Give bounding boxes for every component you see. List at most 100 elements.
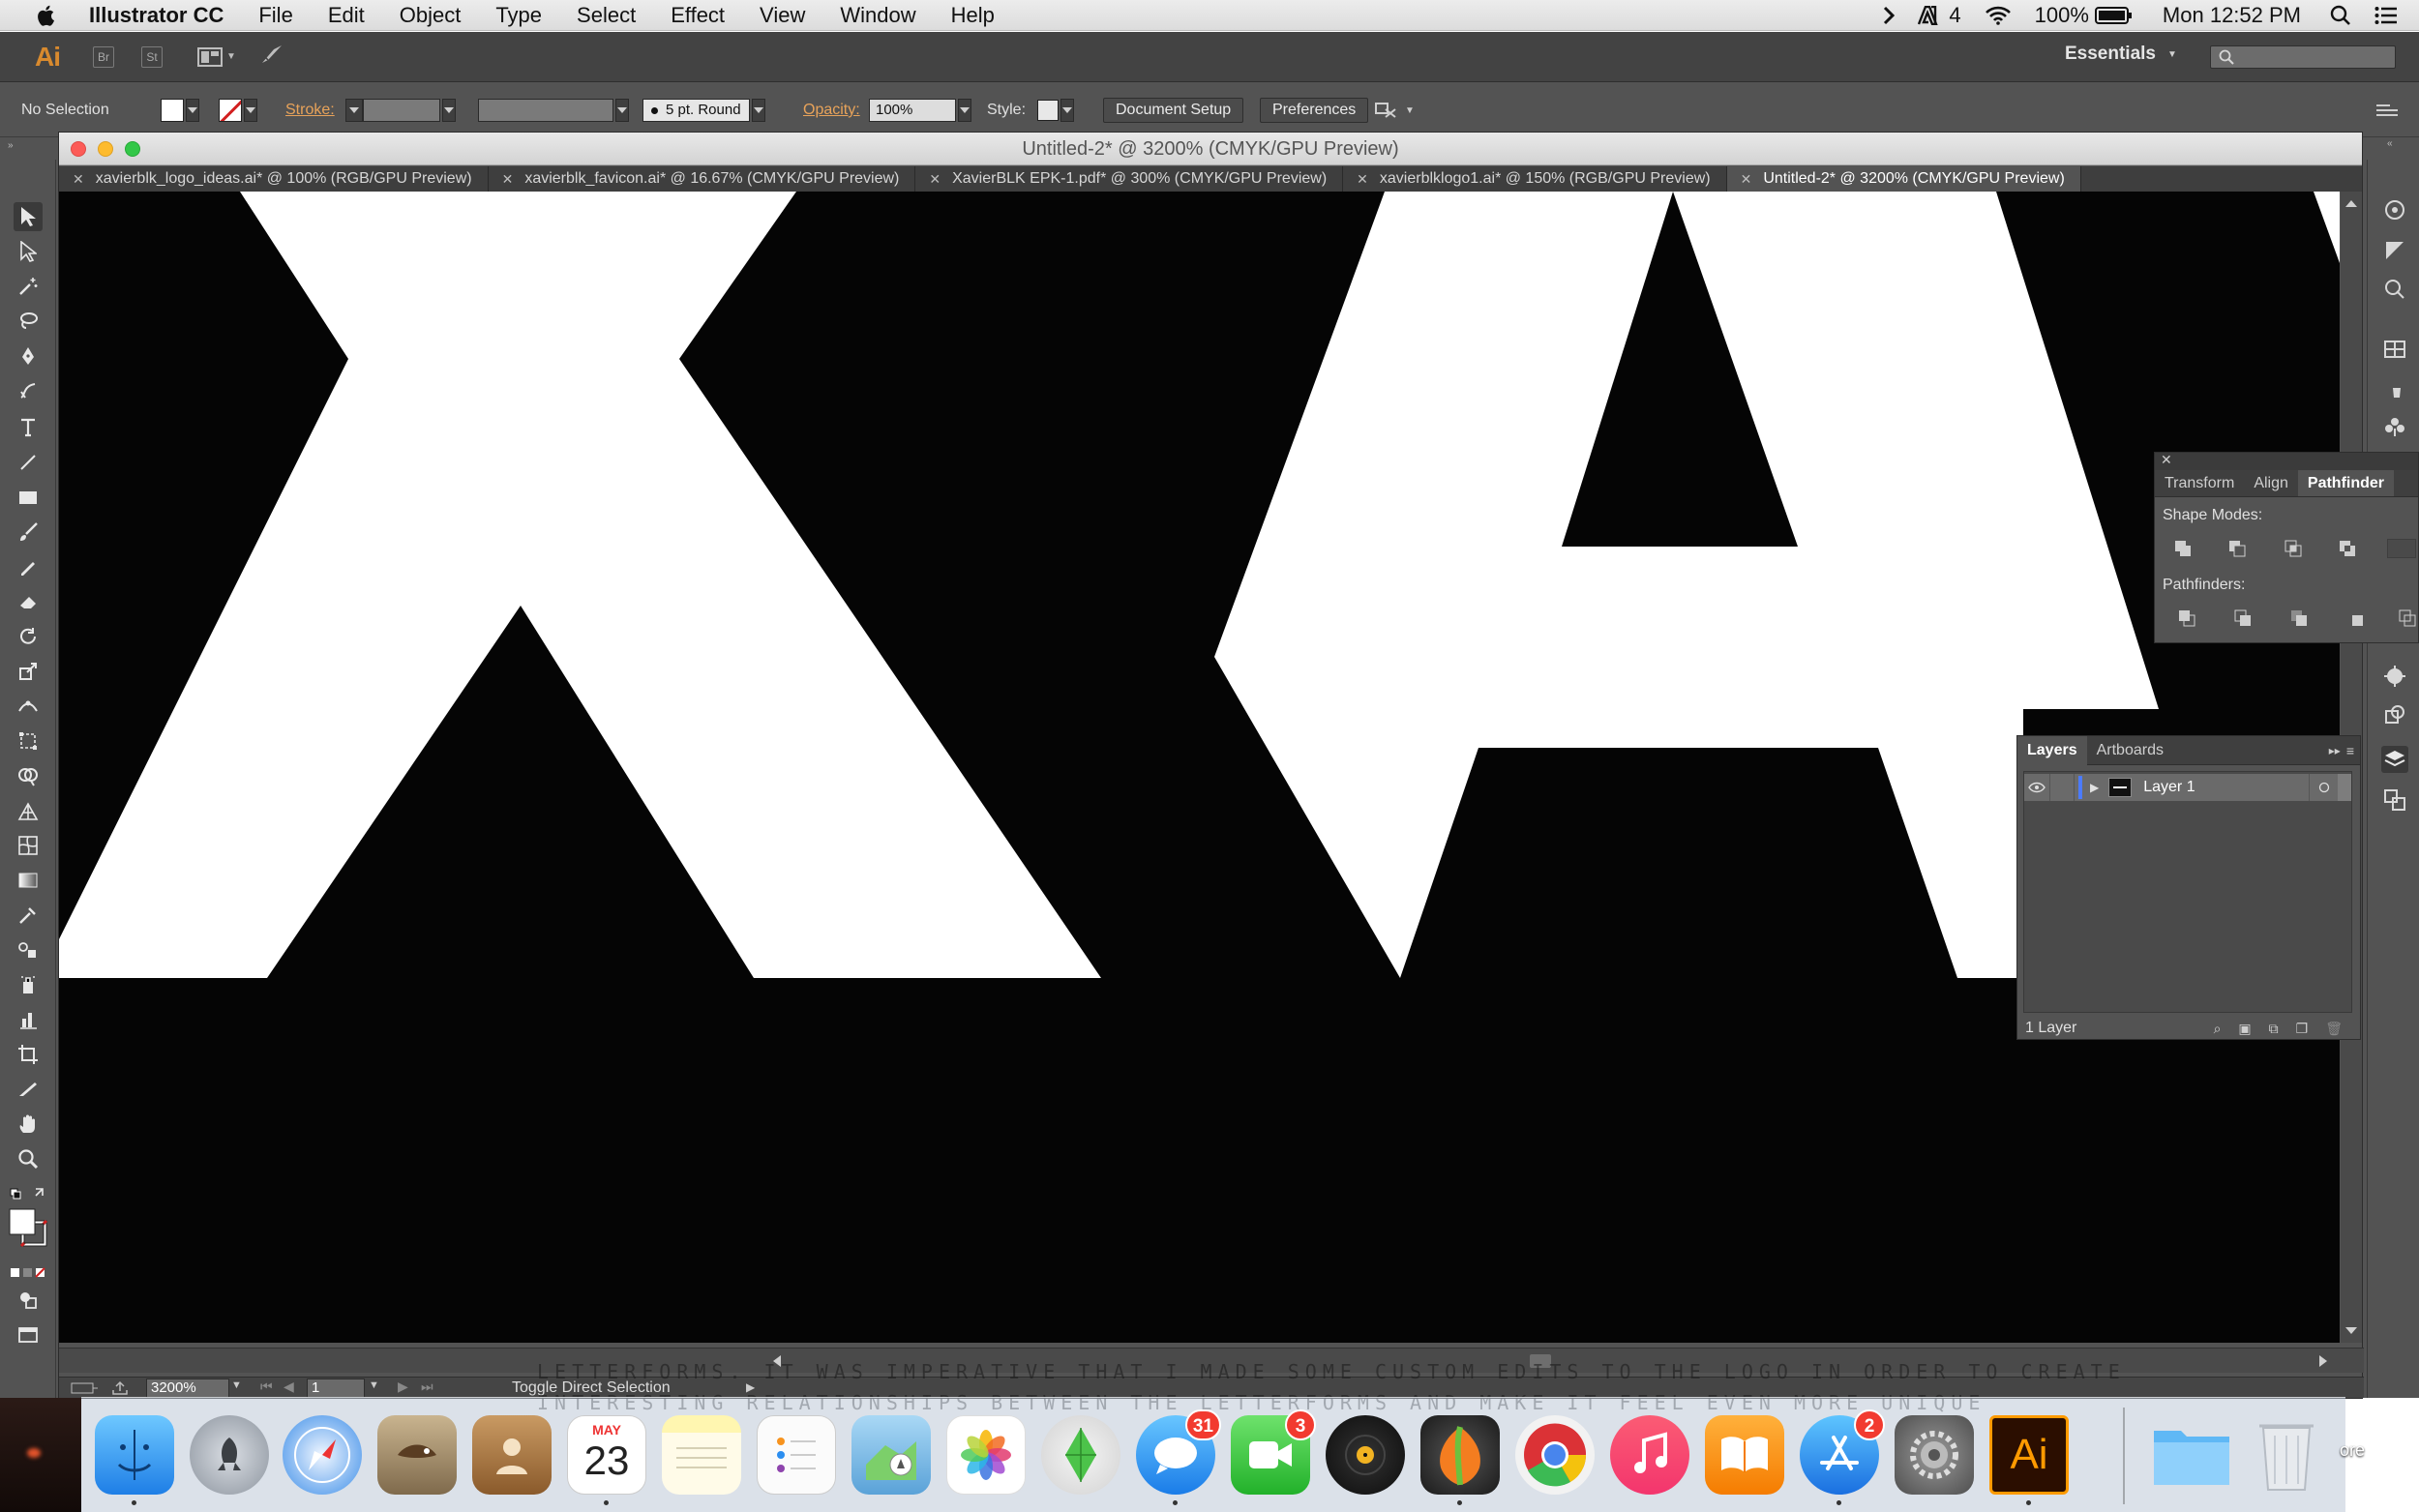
- letter-x-shape[interactable]: [59, 192, 1101, 978]
- menu-view[interactable]: View: [742, 0, 822, 31]
- artboard-canvas[interactable]: [59, 192, 2340, 1343]
- itunes-icon[interactable]: [1610, 1415, 1689, 1495]
- default-swap-colors-icon[interactable]: [8, 1179, 48, 1208]
- document-setup-button[interactable]: Document Setup: [1103, 98, 1244, 123]
- arrange-documents-button[interactable]: ▼: [197, 46, 236, 67]
- zoom-window-button[interactable]: [125, 141, 140, 157]
- tab-favicon[interactable]: ✕ xavierblk_favicon.ai* @ 16.67% (CMYK/GP…: [488, 166, 916, 192]
- fill-stroke-indicator[interactable]: [8, 1206, 50, 1251]
- contacts-icon[interactable]: [472, 1415, 552, 1495]
- new-layer-icon[interactable]: ❐: [2296, 1021, 2309, 1037]
- stroke-weight-field[interactable]: [345, 83, 456, 137]
- sims-plumbob-icon[interactable]: [1041, 1415, 1120, 1495]
- lock-toggle[interactable]: [2049, 774, 2075, 801]
- notes-icon[interactable]: [662, 1415, 741, 1495]
- menu-window[interactable]: Window: [822, 0, 933, 31]
- graphic-style-swatch[interactable]: [1037, 83, 1074, 137]
- tab-align[interactable]: Align: [2244, 470, 2298, 496]
- minus-front-icon[interactable]: [2225, 536, 2250, 561]
- calendar-icon[interactable]: MAY 23: [567, 1415, 646, 1495]
- target-circle-icon[interactable]: [2309, 774, 2338, 801]
- intersect-icon[interactable]: [2281, 536, 2306, 561]
- tab-epk[interactable]: ✕ XavierBLK EPK-1.pdf* @ 300% (CMYK/GPU P…: [915, 166, 1344, 192]
- fill-swatch[interactable]: [161, 83, 199, 137]
- bridge-button[interactable]: Br: [93, 45, 114, 68]
- mesh-tool-icon[interactable]: [14, 831, 43, 860]
- share-icon[interactable]: [111, 1380, 129, 1396]
- fl-studio-icon[interactable]: [1420, 1415, 1500, 1495]
- close-window-button[interactable]: [71, 141, 86, 157]
- close-icon[interactable]: ✕: [502, 166, 514, 192]
- perspective-grid-tool-icon[interactable]: [14, 796, 43, 825]
- slice-tool-icon[interactable]: [14, 1075, 43, 1104]
- eraser-tool-icon[interactable]: [14, 587, 43, 616]
- menu-edit[interactable]: Edit: [311, 0, 382, 31]
- panel-menu-icon[interactable]: ≡: [2346, 743, 2360, 758]
- chevron-down-icon[interactable]: [1060, 99, 1074, 122]
- chevron-down-icon[interactable]: [244, 99, 257, 122]
- width-tool-icon[interactable]: [14, 692, 43, 721]
- tab-transform[interactable]: Transform: [2155, 470, 2244, 496]
- stroke-label[interactable]: Stroke:: [285, 83, 335, 137]
- last-artboard-icon[interactable]: ⏭: [421, 1379, 433, 1395]
- new-sublayer-icon[interactable]: ⧉: [2269, 1021, 2279, 1037]
- spotlight-search-icon[interactable]: [2318, 5, 2363, 26]
- gpu-performance-rocket-icon[interactable]: [259, 43, 284, 71]
- trash-icon[interactable]: [2247, 1415, 2326, 1495]
- free-transform-tool-icon[interactable]: [14, 726, 43, 756]
- merge-icon[interactable]: [2286, 606, 2312, 631]
- artboards-panel-icon[interactable]: [2381, 786, 2408, 814]
- system-preferences-icon[interactable]: [1895, 1415, 1974, 1495]
- previous-artboard-icon[interactable]: ◀: [284, 1379, 294, 1395]
- paintbrush-tool-icon[interactable]: [14, 518, 43, 547]
- color-guide-icon[interactable]: [2381, 196, 2408, 223]
- close-icon[interactable]: ✕: [1741, 166, 1752, 192]
- menu-file[interactable]: File: [241, 0, 310, 31]
- expand-panels-icon[interactable]: «: [2368, 138, 2419, 152]
- appearance-panel-icon[interactable]: [2381, 276, 2408, 303]
- layers-panel-icon[interactable]: [2381, 746, 2408, 773]
- chevron-down-icon[interactable]: [751, 99, 765, 122]
- close-icon[interactable]: ✕: [1357, 166, 1368, 192]
- stepper-icon[interactable]: [345, 99, 363, 122]
- swatches-panel-icon[interactable]: [2381, 336, 2408, 363]
- menu-effect[interactable]: Effect: [653, 0, 742, 31]
- stroke-swatch[interactable]: [219, 83, 257, 137]
- scale-tool-icon[interactable]: [14, 657, 43, 686]
- folder-stack-icon[interactable]: [2152, 1415, 2231, 1495]
- menu-select[interactable]: Select: [559, 0, 653, 31]
- rectangle-tool-icon[interactable]: [14, 483, 43, 512]
- chrome-icon[interactable]: [1515, 1415, 1595, 1495]
- chevron-right-icon[interactable]: [1871, 6, 1906, 25]
- delete-layer-icon[interactable]: 🗑: [2325, 1021, 2343, 1037]
- artboard-number-field[interactable]: 1: [307, 1379, 365, 1398]
- maps-icon[interactable]: [851, 1415, 931, 1495]
- shaper-tool-icon[interactable]: [14, 552, 43, 581]
- photos-icon[interactable]: [946, 1415, 1026, 1495]
- trim-icon[interactable]: [2230, 606, 2255, 631]
- menu-type[interactable]: Type: [478, 0, 559, 31]
- tab-untitled-2[interactable]: ✕ Untitled-2* @ 3200% (CMYK/GPU Preview): [1726, 166, 2081, 192]
- first-artboard-icon[interactable]: ⏮: [260, 1379, 273, 1395]
- mail-eagle-icon[interactable]: [377, 1415, 457, 1495]
- minimize-window-button[interactable]: [98, 141, 113, 157]
- blend-tool-icon[interactable]: [14, 935, 43, 964]
- finder-icon[interactable]: [95, 1415, 174, 1495]
- tab-logo-ideas[interactable]: ✕ xavierblk_logo_ideas.ai* @ 100% (RGB/GP…: [59, 166, 489, 192]
- screen-mode-icon[interactable]: [14, 1320, 43, 1349]
- chevron-right-icon[interactable]: [958, 99, 971, 122]
- preferences-button[interactable]: Preferences: [1260, 98, 1369, 123]
- app-store-icon[interactable]: 2: [1800, 1409, 1885, 1495]
- zoom-level-field[interactable]: 3200%: [146, 1379, 229, 1398]
- close-icon[interactable]: ✕: [73, 166, 84, 192]
- symbols-panel-icon[interactable]: [2381, 413, 2408, 440]
- chevron-down-icon[interactable]: ▼: [369, 1379, 379, 1391]
- gpu-status-icon[interactable]: [71, 1380, 100, 1396]
- close-icon[interactable]: ✕: [929, 166, 941, 192]
- crop-icon[interactable]: [2343, 606, 2368, 631]
- illustrator-dock-icon[interactable]: Ai: [1989, 1415, 2069, 1495]
- make-clipping-mask-icon[interactable]: ▣: [2238, 1021, 2251, 1037]
- direct-selection-tool-icon[interactable]: [14, 237, 43, 266]
- color-mode-icons[interactable]: [8, 1259, 48, 1288]
- eye-visibility-icon[interactable]: [2024, 782, 2049, 793]
